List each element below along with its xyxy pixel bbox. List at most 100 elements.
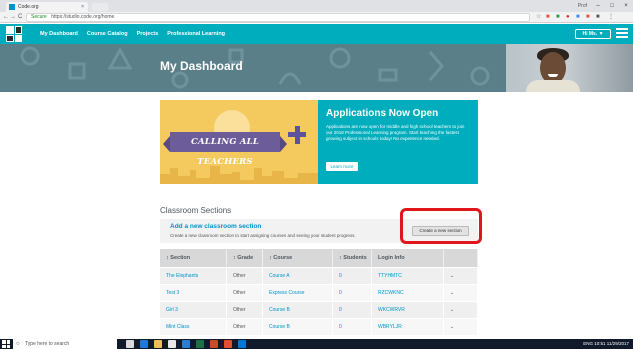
windows-taskbar: ○ Type here to search ENG 10:51 11/29/20…	[0, 339, 633, 349]
expand-row-icon[interactable]: ⌄	[444, 268, 478, 284]
login-info-link[interactable]: RZCWKNC	[372, 285, 444, 301]
students-count-link[interactable]: 0	[333, 285, 372, 301]
code-org-logo-icon[interactable]	[6, 26, 22, 42]
user-menu-button[interactable]: Hi Ms. ▼	[575, 29, 611, 39]
applications-card: CALLING ALL TEACHERS Applications Now Op…	[160, 100, 478, 184]
students-count-link[interactable]: 0	[333, 319, 372, 335]
applications-title: Applications Now Open	[326, 108, 439, 119]
browser-tab-bar: Code.org × Prof – □ ×	[0, 0, 633, 12]
add-section-link[interactable]: Add a new classroom section	[170, 223, 261, 230]
table-row: Mint Class Other Course B 0 WBRYLJR ⌄	[160, 318, 478, 335]
table-row: Test 3 Other Express Course 0 RZCWKNC ⌄	[160, 284, 478, 301]
new-tab-button[interactable]	[92, 3, 108, 11]
mail-icon[interactable]	[238, 340, 246, 348]
browser-tab[interactable]: Code.org ×	[6, 2, 88, 12]
extension-icon[interactable]: ■	[596, 13, 600, 22]
calling-all-teachers-ribbon: CALLING ALL TEACHERS	[163, 132, 287, 167]
reload-icon[interactable]: C	[18, 13, 22, 22]
file-explorer-icon[interactable]	[154, 340, 162, 348]
login-info-link[interactable]: TTYHMTC	[372, 268, 444, 284]
url-bar[interactable]: Secure https://studio.code.org/home	[26, 13, 530, 22]
minimize-icon[interactable]: –	[591, 0, 605, 12]
browser-tab-title: Code.org	[18, 4, 39, 10]
code-org-favicon-icon	[9, 4, 15, 10]
column-header-grade[interactable]: ↕ Grade	[227, 249, 263, 267]
close-window-icon[interactable]: ×	[619, 0, 633, 12]
search-placeholder: Type here to search	[25, 341, 70, 347]
back-icon[interactable]: ←	[3, 13, 9, 22]
student-photo	[506, 44, 633, 92]
hamburger-menu-icon[interactable]	[616, 28, 628, 40]
extension-icon[interactable]: ■	[576, 13, 580, 22]
extension-icon[interactable]: ■	[586, 13, 590, 22]
windows-start-icon[interactable]	[2, 340, 10, 348]
site-nav: My Dashboard Course Catalog Projects Pro…	[40, 24, 234, 44]
section-name-link[interactable]: The Elephants	[160, 268, 227, 284]
applications-body: Applications are now open for middle and…	[326, 124, 465, 141]
search-icon: ○	[16, 341, 20, 347]
students-count-link[interactable]: 0	[333, 302, 372, 318]
login-info-link[interactable]: WBRYLJR	[372, 319, 444, 335]
address-toolbar: ← → C Secure https://studio.code.org/hom…	[0, 12, 633, 23]
expand-row-icon[interactable]: ⌄	[444, 285, 478, 301]
sections-table: ↕ Section ↕ Grade ↕ Course ↕ Students Lo…	[160, 249, 478, 335]
table-row: Girl 3 Other Course B 0 WKCWRVR ⌄	[160, 301, 478, 318]
expand-row-icon[interactable]: ⌄	[444, 302, 478, 318]
browser-menu-icon[interactable]: ⋮	[608, 13, 614, 22]
star-bookmark-icon[interactable]: ☆	[536, 13, 541, 22]
section-name-link[interactable]: Mint Class	[160, 319, 227, 335]
tab-close-icon[interactable]: ×	[81, 2, 84, 12]
section-name-link[interactable]: Girl 3	[160, 302, 227, 318]
column-header-section[interactable]: ↕ Section	[160, 249, 227, 267]
nav-course-catalog[interactable]: Course Catalog	[87, 24, 128, 44]
nav-my-dashboard[interactable]: My Dashboard	[40, 24, 78, 44]
task-view-icon[interactable]	[126, 340, 134, 348]
grade-cell: Other	[227, 319, 263, 335]
classroom-sections-heading: Classroom Sections	[160, 206, 232, 215]
column-header-actions	[444, 249, 478, 267]
powerpoint-icon[interactable]	[210, 340, 218, 348]
highlight-annotation	[400, 208, 482, 244]
course-link[interactable]: Course B	[263, 319, 333, 335]
expand-row-icon[interactable]: ⌄	[444, 319, 478, 335]
grade-cell: Other	[227, 285, 263, 301]
grade-cell: Other	[227, 268, 263, 284]
applications-text-panel: Applications Now Open Applications are n…	[318, 100, 478, 184]
chrome-icon[interactable]	[224, 340, 232, 348]
table-header: ↕ Section ↕ Grade ↕ Course ↕ Students Lo…	[160, 249, 478, 267]
store-icon[interactable]	[168, 340, 176, 348]
taskbar-search-input[interactable]: ○ Type here to search	[13, 339, 117, 349]
plus-icon	[288, 126, 306, 144]
course-link[interactable]: Course B	[263, 302, 333, 318]
add-section-description: Create a new classroom section to start …	[170, 233, 356, 238]
secure-label: Secure	[31, 14, 47, 20]
learn-more-button[interactable]: Learn more	[326, 162, 358, 171]
course-link[interactable]: Express Course	[263, 285, 333, 301]
column-header-students[interactable]: ↕ Students	[333, 249, 372, 267]
extension-icon[interactable]: ■	[556, 13, 560, 22]
extension-icon[interactable]: ●	[566, 13, 570, 22]
extension-icon[interactable]: ■	[546, 13, 550, 22]
forward-icon[interactable]: →	[10, 13, 16, 22]
column-header-course[interactable]: ↕ Course	[263, 249, 333, 267]
edge-icon[interactable]	[140, 340, 148, 348]
students-count-link[interactable]: 0	[333, 268, 372, 284]
window-controls: – □ ×	[591, 0, 633, 12]
nav-projects[interactable]: Projects	[137, 24, 159, 44]
word-icon[interactable]	[182, 340, 190, 348]
system-tray: ENG 10:51 11/29/2017	[583, 341, 629, 346]
section-name-link[interactable]: Test 3	[160, 285, 227, 301]
excel-icon[interactable]	[196, 340, 204, 348]
maximize-icon[interactable]: □	[605, 0, 619, 12]
page-title: My Dashboard	[160, 59, 243, 73]
login-info-link[interactable]: WKCWRVR	[372, 302, 444, 318]
table-row: The Elephants Other Course A 0 TTYHMTC ⌄	[160, 267, 478, 284]
url-text: https://studio.code.org/home	[51, 14, 115, 20]
site-header: My Dashboard Course Catalog Projects Pro…	[0, 24, 633, 44]
course-link[interactable]: Course A	[263, 268, 333, 284]
column-header-login-info: Login Info	[372, 249, 444, 267]
nav-professional-learning[interactable]: Professional Learning	[167, 24, 225, 44]
grade-cell: Other	[227, 302, 263, 318]
calling-all-teachers-image: CALLING ALL TEACHERS	[160, 100, 318, 184]
browser-profile-label[interactable]: Prof	[578, 1, 587, 11]
